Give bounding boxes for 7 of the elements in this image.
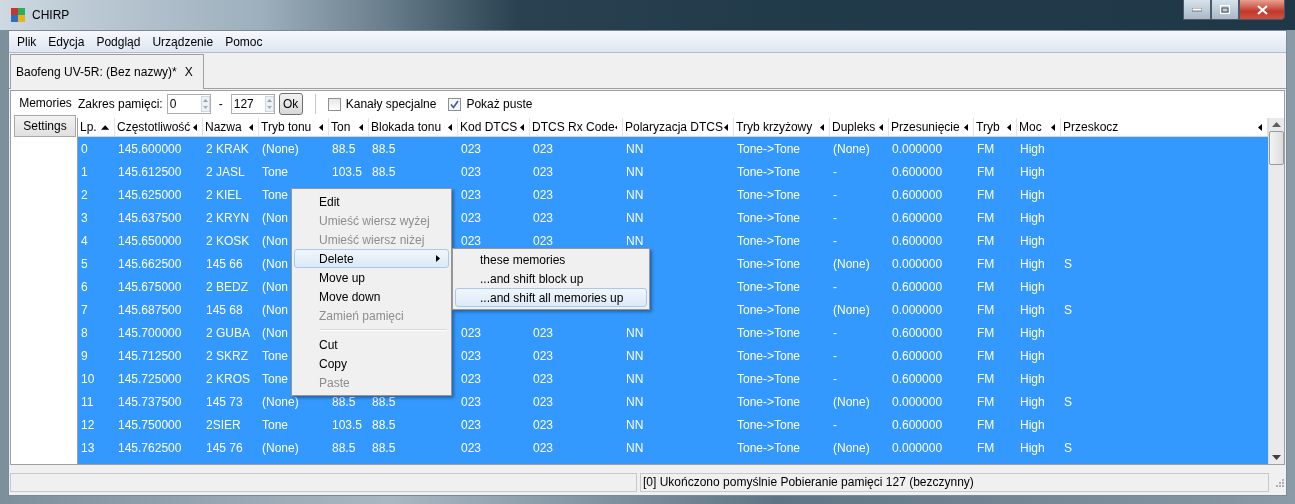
checkbox-label: Pokaż puste [466,97,533,111]
range-dash: - [218,97,223,111]
window-title: CHIRP [32,8,70,22]
status-message: [0] Ukończono pomyślnie Pobieranie pamięci 127 (bezczynny) [640,472,1269,492]
checkbox-label: Kanały specjalne [345,97,437,111]
tab-label: Baofeng UV-5R: (Bez nazwy)* [16,65,177,79]
range-label: Zakres pamięci: [78,97,163,111]
